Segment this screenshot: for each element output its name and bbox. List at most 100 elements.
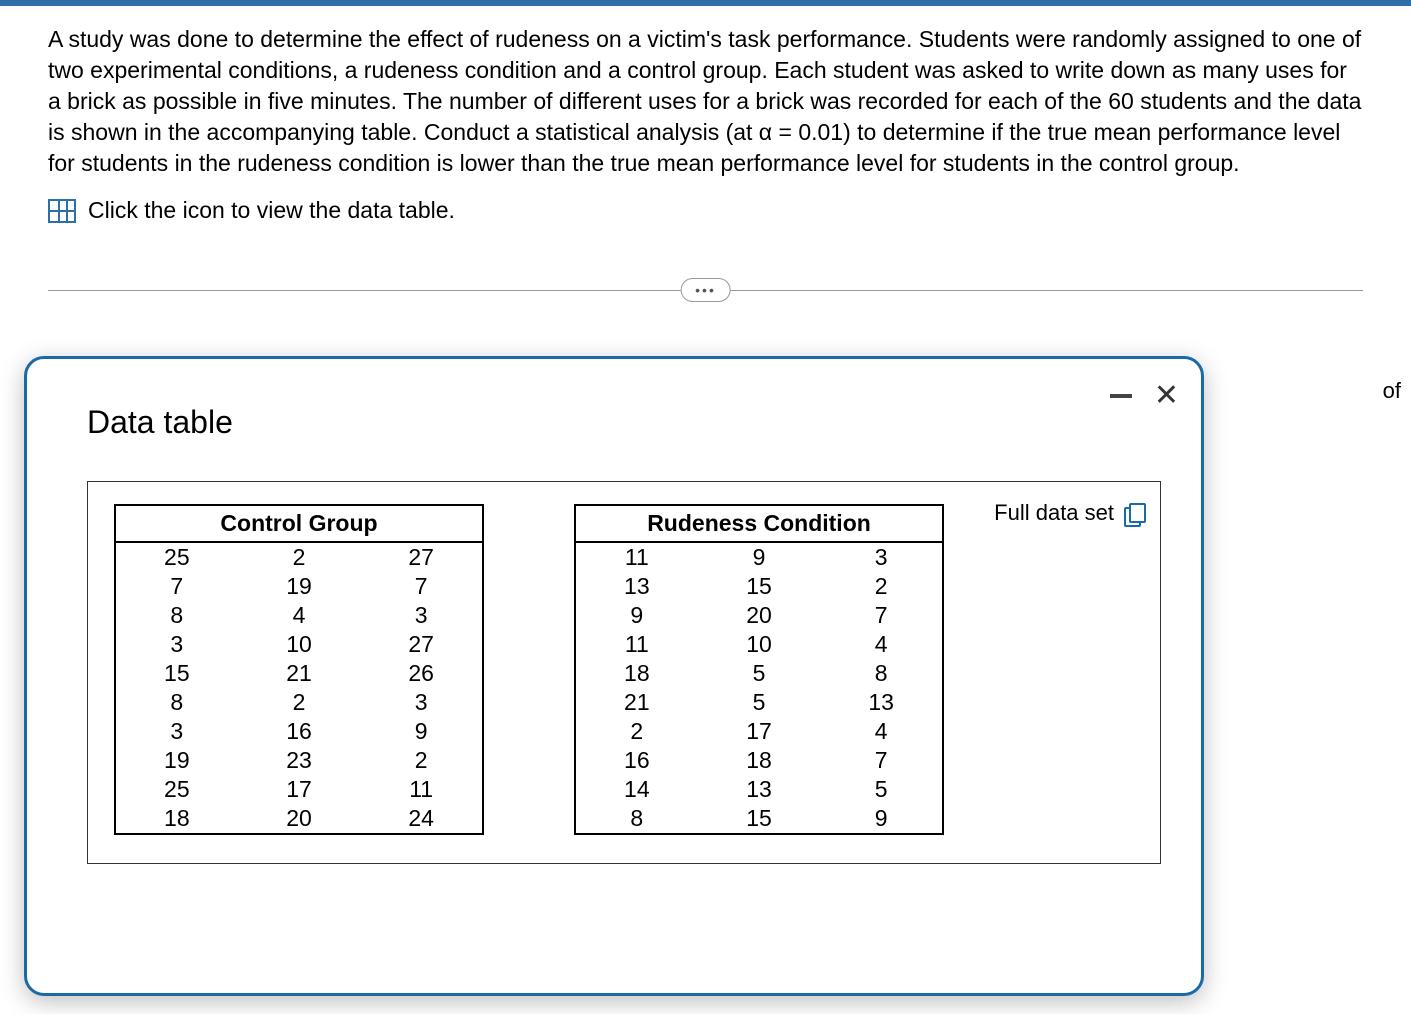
close-icon[interactable]: ✕ [1154,381,1179,411]
table-row: 843 [115,601,483,630]
table-cell: 19 [238,572,361,601]
table-row: 9207 [575,601,943,630]
modal-title: Data table [87,404,1161,441]
table-cell: 11 [360,775,483,804]
table-row: 8159 [575,804,943,834]
table-cell: 8 [575,804,698,834]
table-row: 152126 [115,659,483,688]
table-cell: 23 [238,746,361,775]
view-data-label: Click the icon to view the data table. [88,195,455,226]
table-row: 182024 [115,804,483,834]
data-panel: Full data set Control Group 252277197843… [87,481,1161,864]
table-row: 21513 [575,688,943,717]
table-cell: 13 [698,775,821,804]
table-cell: 2 [238,542,361,572]
table-row: 1193 [575,542,943,572]
table-cell: 10 [698,630,821,659]
table-row: 19232 [115,746,483,775]
table-cell: 3 [360,601,483,630]
table-row: 823 [115,688,483,717]
table-row: 7197 [115,572,483,601]
table-cell: 24 [360,804,483,834]
table-row: 251711 [115,775,483,804]
page-root: A study was done to determine the effect… [0,0,1411,304]
section-divider: ••• [48,276,1363,304]
table-row: 2174 [575,717,943,746]
table-cell: 4 [820,717,943,746]
table-cell: 5 [820,775,943,804]
minimize-icon[interactable] [1110,394,1132,398]
table-cell: 10 [238,630,361,659]
table-cell: 3 [115,717,238,746]
table-cell: 16 [238,717,361,746]
table-cell: 2 [360,746,483,775]
table-cell: 3 [115,630,238,659]
table-cell: 18 [698,746,821,775]
copy-icon [1124,503,1142,523]
table-cell: 13 [820,688,943,717]
table-cell: 18 [115,804,238,834]
table-cell: 26 [360,659,483,688]
question-prompt: A study was done to determine the effect… [0,6,1411,226]
table-cell: 20 [698,601,821,630]
control-body: 2522771978433102715212682331691923225171… [115,542,483,834]
table-cell: 27 [360,542,483,572]
table-cell: 15 [698,572,821,601]
table-row: 11104 [575,630,943,659]
table-cell: 15 [698,804,821,834]
rudeness-body: 1193131529207111041858215132174161871413… [575,542,943,834]
table-cell: 5 [698,659,821,688]
table-cell: 3 [820,542,943,572]
table-cell: 11 [575,630,698,659]
table-cell: 7 [360,572,483,601]
table-cell: 25 [115,542,238,572]
data-table-icon[interactable] [48,199,76,223]
table-cell: 15 [115,659,238,688]
modal-controls: ✕ [1110,381,1179,411]
prompt-text: A study was done to determine the effect… [48,26,1361,176]
table-cell: 19 [115,746,238,775]
table-cell: 25 [115,775,238,804]
divider-ellipsis-pill[interactable]: ••• [680,278,731,302]
full-data-set-button[interactable]: Full data set [994,500,1142,526]
table-row: 1858 [575,659,943,688]
table-row: 25227 [115,542,483,572]
table-cell: 2 [820,572,943,601]
table-cell: 21 [575,688,698,717]
table-cell: 9 [360,717,483,746]
table-row: 16187 [575,746,943,775]
table-cell: 11 [575,542,698,572]
table-row: 14135 [575,775,943,804]
full-data-set-label: Full data set [994,500,1114,526]
table-row: 13152 [575,572,943,601]
rudeness-condition-table: Rudeness Condition 119313152920711104185… [574,504,944,835]
table-cell: 2 [575,717,698,746]
table-cell: 9 [820,804,943,834]
table-cell: 8 [820,659,943,688]
table-cell: 5 [698,688,821,717]
table-cell: 20 [238,804,361,834]
table-cell: 8 [115,688,238,717]
table-cell: 4 [820,630,943,659]
table-cell: 8 [115,601,238,630]
table-cell: 17 [698,717,821,746]
table-row: 3169 [115,717,483,746]
table-cell: 7 [820,601,943,630]
view-data-line: Click the icon to view the data table. [48,195,1363,226]
table-cell: 3 [360,688,483,717]
table-row: 31027 [115,630,483,659]
table-cell: 27 [360,630,483,659]
control-group-table: Control Group 25227719784331027152126823… [114,504,484,835]
page-count-fragment: of [1383,378,1401,404]
table-cell: 13 [575,572,698,601]
control-group-header: Control Group [115,505,483,542]
table-cell: 9 [698,542,821,572]
rudeness-condition-header: Rudeness Condition [575,505,943,542]
table-cell: 18 [575,659,698,688]
table-cell: 17 [238,775,361,804]
table-cell: 7 [820,746,943,775]
table-cell: 16 [575,746,698,775]
data-table-modal: ✕ Data table Full data set Control Group… [24,356,1204,996]
table-cell: 2 [238,688,361,717]
table-cell: 14 [575,775,698,804]
